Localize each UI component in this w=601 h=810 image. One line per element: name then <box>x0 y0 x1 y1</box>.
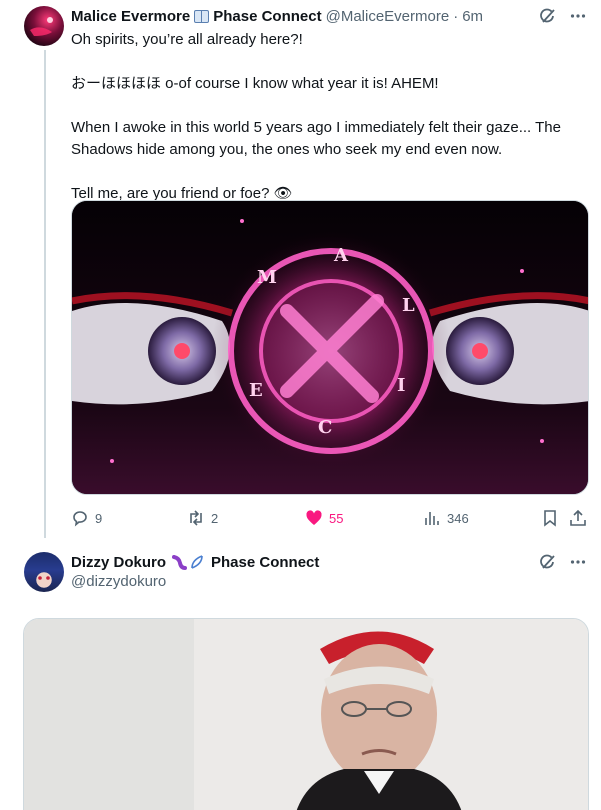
heart-icon <box>306 510 322 525</box>
text-line: おーほほほほ o-of course I know what year it i… <box>71 75 439 92</box>
text-line: Oh spirits, you’re all already here?! <box>71 31 303 48</box>
magic-letter: E <box>249 380 263 401</box>
worm-icon <box>171 554 188 570</box>
tweet-malice[interactable]: Malice Evermore Phase Connect @MaliceEve… <box>0 0 601 540</box>
grok-icon[interactable] <box>539 553 557 571</box>
grok-icon[interactable] <box>539 7 557 25</box>
reply-icon <box>73 511 87 527</box>
avatar[interactable] <box>24 6 64 46</box>
views-button[interactable]: 346 <box>423 508 469 528</box>
more-icon[interactable] <box>569 7 587 25</box>
like-count: 55 <box>329 510 344 526</box>
view-count: 346 <box>447 510 469 526</box>
share-icon <box>570 509 586 526</box>
magic-letter: M <box>257 267 277 288</box>
more-icon[interactable] <box>569 553 587 571</box>
tweet-header: Malice Evermore Phase Connect @MaliceEve… <box>71 6 483 26</box>
bookmark-button[interactable] <box>541 508 559 528</box>
repost-button[interactable]: 2 <box>187 508 218 528</box>
tweet-top-actions <box>539 553 587 571</box>
book-icon <box>194 9 210 23</box>
repost-icon <box>190 510 202 526</box>
tweet-top-actions <box>539 7 587 25</box>
reply-count: 9 <box>95 510 103 526</box>
magic-letter: A <box>333 245 349 266</box>
tweet-image[interactable] <box>23 618 589 810</box>
dna-icon <box>189 554 205 570</box>
tweet-dizzy[interactable]: Dizzy Dokuro Phase Connect @dizzydokuro <box>0 540 601 810</box>
tweet-text: Oh spirits, you’re all already here?! おー… <box>71 29 581 205</box>
repost-count: 2 <box>211 510 219 526</box>
display-name[interactable]: Dizzy Dokuro <box>71 554 166 571</box>
like-button[interactable]: 55 <box>305 508 343 528</box>
reply-button[interactable]: 9 <box>71 508 102 528</box>
display-name[interactable]: Malice Evermore <box>71 8 190 25</box>
views-icon <box>425 512 439 525</box>
tweet-actions: 9 2 55 346 <box>71 508 591 528</box>
timestamp[interactable]: 6m <box>462 8 483 25</box>
text-line: When I awoke in this world 5 years ago I… <box>71 119 561 158</box>
separator: · <box>453 7 459 25</box>
handle[interactable]: @dizzydokuro <box>71 573 166 590</box>
magic-letter: L <box>402 295 415 316</box>
avatar[interactable] <box>24 552 64 592</box>
magic-letter: C <box>318 417 332 438</box>
affiliation[interactable]: Phase Connect <box>213 8 321 25</box>
affiliation[interactable]: Phase Connect <box>211 554 319 571</box>
share-button[interactable] <box>569 508 587 528</box>
handle[interactable]: @MaliceEvermore <box>326 8 450 25</box>
bookmark-icon <box>544 510 556 527</box>
magic-letter: I <box>397 375 405 396</box>
tweet-header: Dizzy Dokuro Phase Connect <box>71 552 319 572</box>
tweet-image[interactable]: M A L I C E <box>71 200 589 495</box>
